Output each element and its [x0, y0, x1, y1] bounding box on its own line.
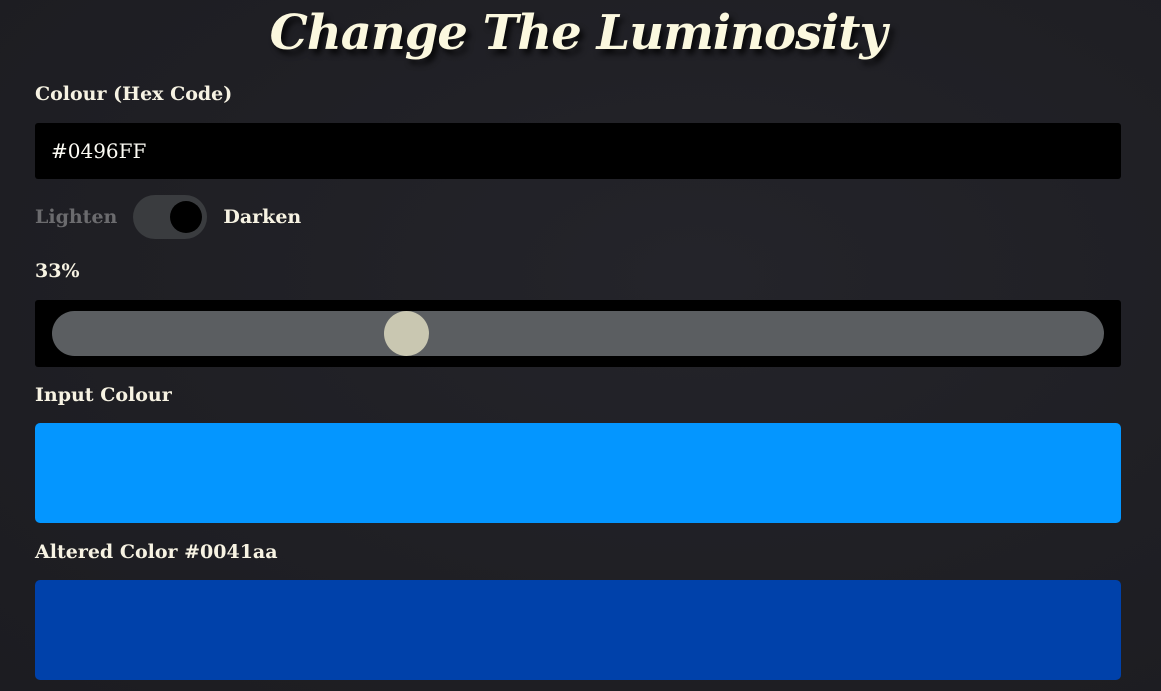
input-colour-swatch [35, 423, 1121, 523]
switch-knob [170, 201, 203, 233]
hex-code-label: Colour (Hex Code) [35, 83, 233, 105]
mode-toggle-row: Lighten Darken [35, 194, 1121, 240]
page-title: Change The Luminosity [269, 5, 888, 61]
darken-label[interactable]: Darken [223, 206, 301, 228]
amount-slider-track[interactable] [52, 311, 1104, 356]
input-colour-label: Input Colour [35, 384, 172, 406]
lighten-darken-switch[interactable] [133, 195, 208, 239]
lighten-label[interactable]: Lighten [35, 206, 117, 228]
amount-percent-label: 33% [35, 260, 80, 282]
altered-colour-label: Altered Color #0041aa [35, 541, 278, 563]
hex-code-input[interactable] [35, 123, 1121, 179]
altered-colour-swatch [35, 580, 1121, 680]
amount-slider-thumb[interactable] [384, 311, 429, 356]
page: Change The Luminosity Colour (Hex Code) … [0, 0, 1161, 691]
amount-slider-container [35, 300, 1121, 367]
